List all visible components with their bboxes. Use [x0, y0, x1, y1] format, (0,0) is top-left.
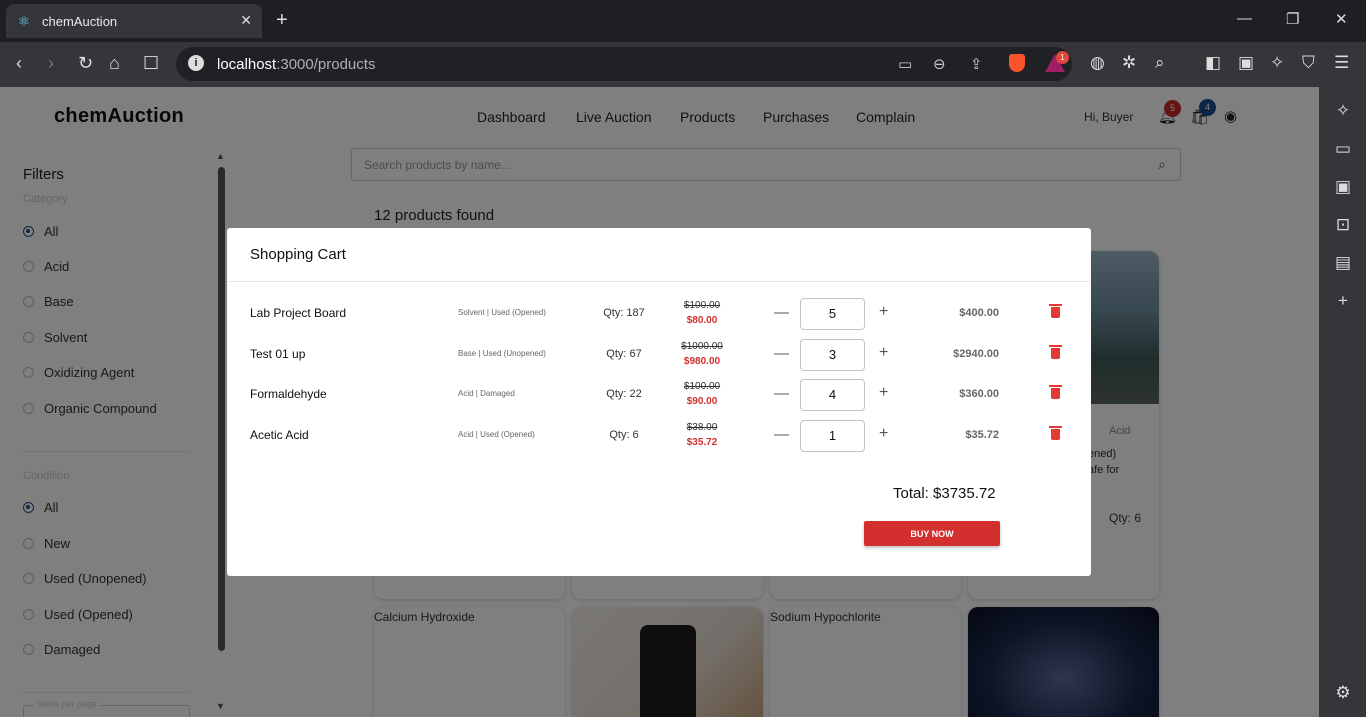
item-meta: Base | Used (Unopened) [458, 349, 546, 358]
share-icon[interactable]: ⇪ [970, 55, 983, 73]
decrease-button[interactable]: — [774, 426, 789, 443]
item-old-price: $38.00 [686, 422, 718, 433]
quantity-input[interactable]: 4 [800, 379, 865, 411]
rewards-badge: 1 [1056, 51, 1069, 64]
wallet-icon[interactable]: ▣ [1238, 53, 1254, 73]
item-stock: Qty: 22 [606, 388, 642, 400]
item-new-price: $980.00 [683, 356, 721, 367]
modal-divider [227, 281, 1091, 282]
close-tab-icon[interactable]: ✕ [240, 12, 252, 29]
cart-total: Total: $3735.72 [893, 485, 996, 502]
menu-icon[interactable]: ☰ [1334, 53, 1349, 73]
settings-gear-icon[interactable]: ⚙ [1333, 683, 1353, 703]
item-name: Acetic Acid [250, 428, 309, 442]
shopping-cart-modal: Shopping Cart Lab Project Board Solvent … [227, 228, 1091, 576]
browser-tab[interactable]: ⚛ chemAuction ✕ [6, 4, 262, 38]
trash-icon[interactable] [1049, 304, 1062, 318]
item-new-price: $80.00 [686, 315, 718, 326]
react-icon: ⚛ [17, 13, 31, 29]
item-meta: Acid | Damaged [458, 389, 515, 398]
bookmark-icon[interactable]: ☐ [143, 52, 159, 74]
increase-button[interactable]: + [879, 303, 888, 321]
modal-title: Shopping Cart [250, 246, 346, 263]
item-stock: Qty: 67 [606, 348, 642, 360]
item-name: Lab Project Board [250, 306, 347, 320]
playlist-icon[interactable]: ▭ [1333, 139, 1353, 159]
item-subtotal: $400.00 [959, 307, 999, 319]
trash-icon[interactable] [1049, 385, 1062, 399]
forward-icon[interactable]: › [48, 52, 54, 74]
cart-row: Lab Project Board Solvent | Used (Opened… [227, 297, 1091, 331]
zoom-icon[interactable]: ⊖ [933, 55, 946, 73]
vpn-icon[interactable]: ◍ [1090, 53, 1105, 73]
trash-icon[interactable] [1049, 345, 1062, 359]
add-panel-icon[interactable]: + [1333, 291, 1353, 311]
item-stock: Qty: 187 [603, 307, 645, 319]
leo-icon[interactable]: ✧ [1333, 101, 1353, 121]
reading-list-icon[interactable]: ▤ [1333, 253, 1353, 273]
reload-icon[interactable]: ↻ [78, 52, 93, 74]
item-old-price: $100.00 [683, 300, 721, 311]
item-subtotal: $35.72 [965, 429, 999, 441]
decrease-button[interactable]: — [774, 304, 789, 321]
cart-row: Acetic Acid Acid | Used (Opened) Qty: 6 … [227, 419, 1091, 453]
address-bar[interactable]: i localhost:3000/products ▭ ⊖ ⇪ [176, 47, 1072, 81]
sidebar-toggle-icon[interactable]: ◧ [1205, 53, 1221, 73]
bookmarks-icon[interactable]: ⊡ [1333, 215, 1353, 235]
tab-title: chemAuction [42, 13, 118, 29]
new-tab-icon[interactable]: + [276, 10, 288, 30]
side-wallet-icon[interactable]: ▣ [1333, 177, 1353, 197]
leo-ai-icon[interactable]: ✧ [1270, 53, 1284, 73]
browser-tab-strip: ⚛ chemAuction ✕ + — ❐ ✕ [0, 0, 1366, 42]
back-icon[interactable]: ‹ [16, 52, 22, 74]
trash-icon[interactable] [1049, 426, 1062, 440]
app-viewport: chemAuction Dashboard Live Auction Produ… [0, 87, 1319, 717]
extensions-icon[interactable]: ✲ [1122, 53, 1136, 73]
quantity-input[interactable]: 3 [800, 339, 865, 371]
item-old-price: $100.00 [683, 381, 721, 392]
window-close-icon[interactable]: ✕ [1335, 10, 1348, 28]
item-old-price: $1000.00 [681, 341, 723, 352]
item-meta: Acid | Used (Opened) [458, 430, 535, 439]
decrease-button[interactable]: — [774, 385, 789, 402]
increase-button[interactable]: + [879, 344, 888, 362]
quantity-input[interactable]: 1 [800, 420, 865, 452]
item-subtotal: $360.00 [959, 388, 999, 400]
increase-button[interactable]: + [879, 384, 888, 402]
restore-icon[interactable]: ❐ [1286, 10, 1299, 28]
install-app-icon[interactable]: ▭ [898, 55, 912, 73]
cart-row: Formaldehyde Acid | Damaged Qty: 22 $100… [227, 378, 1091, 412]
item-stock: Qty: 6 [609, 429, 639, 441]
site-info-icon[interactable]: i [188, 55, 204, 71]
decrease-button[interactable]: — [774, 345, 789, 362]
item-name: Test 01 up [250, 347, 306, 361]
item-new-price: $35.72 [686, 437, 718, 448]
browser-side-panel: ✧ ▭ ▣ ⊡ ▤ + ⚙ [1319, 87, 1366, 717]
tab-search-icon[interactable]: ⌕ [1155, 53, 1165, 73]
item-name: Formaldehyde [250, 387, 327, 401]
item-meta: Solvent | Used (Opened) [458, 308, 546, 317]
home-icon[interactable]: ⌂ [109, 52, 120, 74]
item-subtotal: $2940.00 [953, 348, 999, 360]
quantity-input[interactable]: 5 [800, 298, 865, 330]
item-new-price: $90.00 [686, 396, 718, 407]
privacy-icon[interactable]: ⛉ [1302, 53, 1315, 73]
brave-shields-icon[interactable] [1009, 54, 1025, 72]
increase-button[interactable]: + [879, 425, 888, 443]
minimize-icon[interactable]: — [1237, 10, 1252, 27]
cart-row: Test 01 up Base | Used (Unopened) Qty: 6… [227, 338, 1091, 372]
url-text: localhost:3000/products [217, 56, 376, 73]
buy-now-button[interactable]: BUY NOW [864, 521, 1000, 546]
